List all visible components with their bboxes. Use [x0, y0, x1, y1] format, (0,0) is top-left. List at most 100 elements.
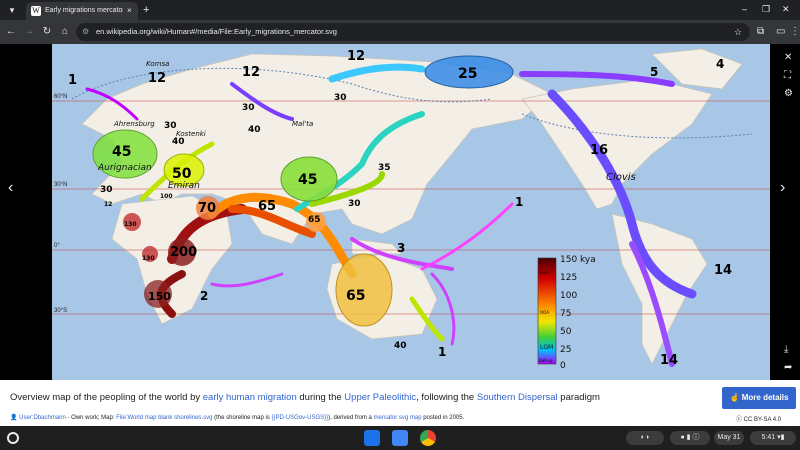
number-label: 40 — [248, 125, 261, 135]
map-svg: 60°N 30°N 0° 30°S 1 12 12 12 25 5 4 30 3… — [52, 48, 770, 371]
number-label: 14 — [660, 353, 678, 368]
credit-text: - Own work; Map: — [65, 415, 117, 421]
arrow-pacific — [420, 202, 514, 271]
lat-label: 30°S — [54, 308, 67, 314]
tab-close-icon[interactable]: × — [127, 5, 132, 17]
credit-text: ), derived from a — [328, 415, 374, 421]
extensions-icon[interactable]: ⧉ — [757, 25, 764, 39]
number-label: 50 — [172, 166, 192, 182]
lat-label: 60°N — [54, 94, 67, 100]
number-label: 1 — [68, 73, 77, 88]
wifi-icon: ▾▮ — [777, 434, 785, 441]
previous-image-icon[interactable]: ‹ — [8, 180, 13, 196]
site-info-icon[interactable]: ⚙ — [82, 26, 89, 38]
link-mercator-map[interactable]: mercator svg map — [374, 415, 422, 421]
back-icon[interactable]: ← — [4, 25, 18, 39]
number-label: 65 — [258, 199, 276, 214]
files-app-icon[interactable] — [364, 430, 380, 446]
sidepanel-icon[interactable]: ▭ — [776, 25, 785, 39]
credit-text: posted in 2005. — [421, 415, 465, 421]
number-label: 25 — [458, 66, 477, 82]
holding-space-icon[interactable]: ◐◑ — [626, 431, 664, 445]
number-label: 200 — [170, 245, 197, 260]
reload-icon[interactable]: ↻ — [40, 25, 54, 39]
caption-text: during the — [296, 392, 345, 403]
link-upper-paleolithic[interactable]: Upper Paleolithic — [344, 392, 416, 403]
date-display[interactable]: May 31 — [714, 431, 744, 445]
number-label: 30 — [334, 93, 347, 103]
number-label: 150 — [148, 290, 171, 303]
place-label: Emiran — [168, 181, 200, 191]
forward-icon[interactable]: → — [22, 25, 36, 39]
more-details-button[interactable]: ☝ More details — [722, 387, 796, 409]
cc-icon: ⓒ — [736, 417, 744, 423]
link-world-map[interactable]: File:World map blank shorelines.svg — [116, 415, 212, 421]
tab-active[interactable]: W Early migrations mercator - Hu × — [26, 2, 138, 20]
hand-icon: ☝ — [729, 393, 742, 402]
link-early-human-migration[interactable]: early human migration — [203, 392, 297, 403]
link-license-template[interactable]: {{PD-USGov-USGS}} — [271, 415, 328, 421]
time-legend-ticks: 150 kya 125 100 75 50 25 0 — [560, 255, 596, 371]
number-label: 30 — [100, 185, 113, 195]
legend-tick: 150 kya — [560, 255, 596, 265]
legend-tick: 50 — [560, 327, 572, 337]
tab-search-icon[interactable]: ▾ — [6, 4, 18, 16]
place-label: Mal'ta — [292, 120, 313, 128]
address-bar[interactable]: ⚙ en.wikipedia.org/wiki/Human#/media/Fil… — [76, 23, 750, 41]
number-label: 1 — [515, 195, 523, 209]
link-user[interactable]: User:Dbachmann — [19, 415, 66, 421]
new-tab-button[interactable]: + — [143, 3, 149, 17]
link-southern-dispersal[interactable]: Southern Dispersal — [477, 392, 558, 403]
caption-text: paradigm — [557, 392, 600, 403]
fullscreen-icon[interactable]: ⛶ — [784, 70, 791, 82]
user-icon: 👤 — [10, 415, 20, 421]
number-label: 30 — [164, 121, 177, 131]
wikipedia-favicon-icon: W — [31, 6, 41, 16]
image-caption-panel: Overview map of the peopling of the worl… — [0, 380, 800, 426]
land — [81, 48, 743, 365]
credit-text: (the shoreline map is — [212, 415, 272, 421]
url-text[interactable]: en.wikipedia.org/wiki/Human#/media/File:… — [96, 26, 337, 38]
tab-strip: ▾ W Early migrations mercator - Hu × + –… — [0, 0, 800, 20]
home-icon[interactable]: ⌂ — [58, 25, 72, 39]
legend-tick: 25 — [560, 345, 571, 355]
docs-app-icon[interactable] — [392, 430, 408, 446]
tab-title: Early migrations mercator - Hu — [45, 7, 123, 14]
maximize-button[interactable]: ❐ — [762, 3, 770, 15]
close-window-button[interactable]: ✕ — [782, 3, 790, 15]
settings-gear-icon[interactable]: ⚙ — [784, 88, 793, 100]
migration-map: 60°N 30°N 0° 30°S 1 12 12 12 25 5 4 30 3… — [52, 44, 770, 380]
number-label: 30 — [242, 103, 255, 113]
share-icon[interactable]: ➦ — [784, 362, 792, 374]
status-icons[interactable]: ● ▮ ⓘ — [670, 431, 710, 445]
time-display[interactable]: 5:41 ▾▮ — [750, 431, 796, 445]
number-label: 45 — [112, 144, 131, 160]
number-label: 3 — [397, 241, 405, 255]
place-label: Aurignacian — [97, 163, 152, 173]
license-badge[interactable]: ⓒ CC BY-SA 4.0 — [736, 414, 781, 423]
legend-tick: 75 — [560, 309, 571, 319]
legend-label: Eem — [540, 270, 549, 275]
number-label: 70 — [198, 201, 216, 216]
place-label: Ahrensburg — [113, 120, 155, 128]
minimize-button[interactable]: – — [742, 3, 747, 15]
number-label: 2 — [200, 289, 208, 303]
caption-credit: 👤 User:Dbachmann - Own work; Map: File:W… — [10, 414, 464, 421]
number-label: 14 — [714, 263, 732, 278]
next-image-icon[interactable]: › — [780, 180, 785, 196]
menu-icon[interactable]: ⋮ — [790, 25, 800, 39]
download-icon[interactable]: ⤓ — [784, 344, 788, 356]
number-label: 65 — [346, 288, 365, 304]
number-label: 12 — [242, 65, 260, 80]
bookmark-star-icon[interactable]: ☆ — [734, 26, 742, 38]
chrome-app-icon[interactable] — [420, 430, 436, 446]
legend-label: OOA — [540, 310, 549, 315]
number-label: 30 — [348, 199, 361, 209]
close-viewer-icon[interactable]: ✕ — [784, 52, 792, 64]
number-label: 130 — [142, 255, 155, 262]
legend-tick: 100 — [560, 291, 577, 301]
number-label: 16 — [590, 143, 608, 158]
launcher-icon[interactable] — [7, 432, 19, 444]
place-label: Kostenki — [176, 130, 206, 138]
number-label: 12 — [347, 49, 365, 64]
